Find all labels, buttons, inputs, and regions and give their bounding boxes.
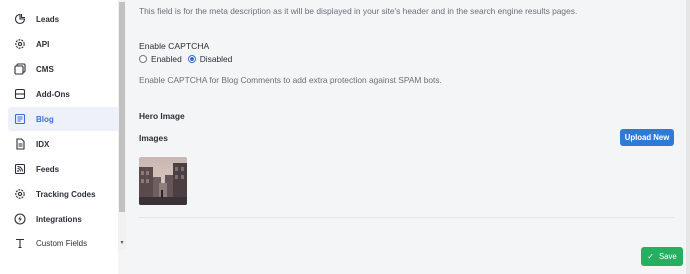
captcha-enabled-option[interactable]: Enabled: [139, 54, 182, 64]
gear-icon: [14, 38, 26, 50]
cms-icon: [14, 63, 26, 75]
page-scrollbar[interactable]: [686, 0, 690, 274]
scroll-down-arrow-icon[interactable]: ▾: [119, 240, 125, 246]
sidebar-item-label: Custom Fields: [36, 238, 88, 248]
sidebar-scrollbar[interactable]: ▾: [118, 0, 126, 250]
sidebar-item-idx[interactable]: IDX: [8, 132, 118, 156]
hero-image-label: Hero Image: [139, 111, 185, 121]
addons-icon: [14, 88, 26, 100]
sidebar-item-leads[interactable]: Leads: [8, 7, 118, 31]
sidebar-item-label: Add-Ons: [36, 89, 70, 99]
blog-icon: [14, 113, 26, 125]
sidebar-item-cms[interactable]: CMS: [8, 57, 118, 81]
sidebar-item-custom-fields[interactable]: Custom Fields: [8, 231, 118, 255]
leads-icon: [14, 13, 26, 25]
captcha-enabled-label: Enabled: [151, 54, 182, 64]
captcha-disabled-label: Disabled: [199, 54, 233, 64]
captcha-radio-group: Enabled Disabled: [139, 54, 238, 64]
captcha-label: Enable CAPTCHA: [139, 41, 210, 51]
gear-icon: [14, 188, 26, 200]
sidebar-item-label: Blog: [36, 114, 54, 124]
sidebar-item-blog[interactable]: Blog: [8, 107, 118, 131]
save-button-label: Save: [658, 252, 677, 261]
captcha-help-text: Enable CAPTCHA for Blog Comments to add …: [139, 75, 442, 85]
sidebar-item-label: IDX: [36, 139, 50, 149]
meta-description-help-text: This field is for the meta description a…: [139, 6, 578, 16]
save-button[interactable]: ✓ Save: [641, 247, 683, 266]
sidebar-item-integrations[interactable]: Integrations: [8, 207, 118, 231]
images-label: Images: [139, 133, 168, 143]
sidebar-item-feeds[interactable]: Feeds: [8, 157, 118, 181]
sidebar-item-label: Feeds: [36, 164, 60, 174]
sidebar-item-label: API: [36, 39, 50, 49]
text-icon: [14, 237, 26, 249]
sidebar-item-tracking-codes[interactable]: Tracking Codes: [8, 182, 118, 206]
sidebar-item-add-ons[interactable]: Add-Ons: [8, 82, 118, 106]
blog-settings-panel: This field is for the meta description a…: [126, 0, 686, 274]
scrollbar-thumb[interactable]: [119, 2, 125, 212]
check-icon: ✓: [647, 252, 654, 261]
captcha-disabled-radio[interactable]: [187, 55, 196, 63]
divider: [139, 217, 674, 218]
image-thumbnail[interactable]: [139, 157, 187, 205]
sidebar: Leads API CMS Add-Ons Blog IDX Feeds Tra…: [0, 0, 118, 274]
feeds-icon: [14, 163, 26, 175]
sidebar-item-api[interactable]: API: [8, 32, 118, 56]
upload-new-button[interactable]: Upload New: [620, 129, 674, 146]
lightning-icon: [14, 213, 26, 225]
sidebar-item-label: CMS: [36, 64, 54, 74]
sidebar-item-label: Integrations: [36, 214, 82, 224]
sidebar-item-label: Leads: [36, 14, 60, 24]
sidebar-item-label: Tracking Codes: [36, 189, 96, 199]
captcha-enabled-radio[interactable]: [139, 55, 147, 63]
idx-icon: [14, 138, 26, 150]
captcha-disabled-option[interactable]: Disabled: [187, 54, 233, 64]
